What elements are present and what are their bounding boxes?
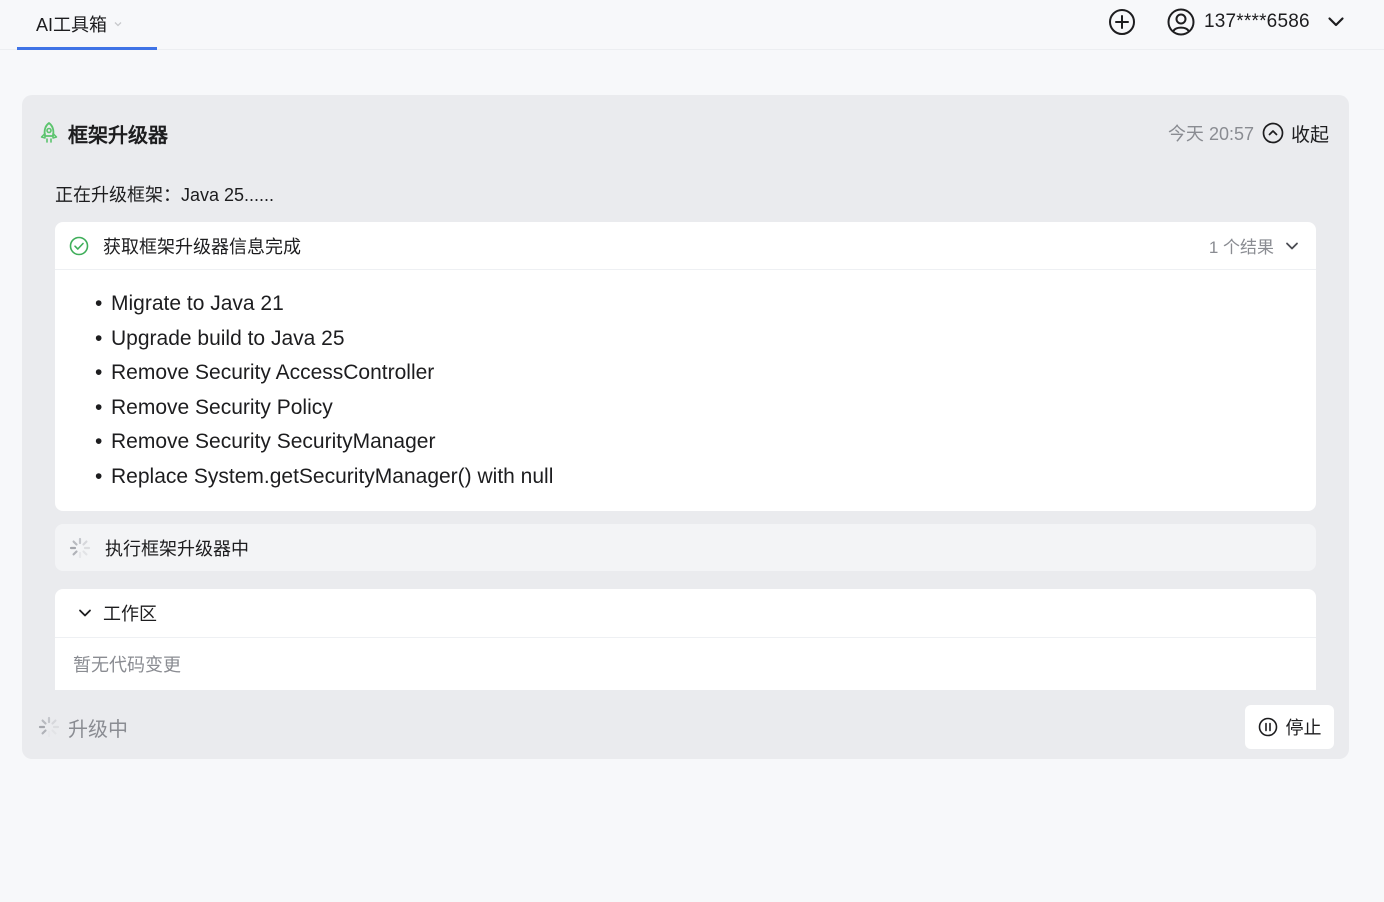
- pause-circle-icon: [1258, 717, 1278, 737]
- info-panel-header: 获取框架升级器信息完成 1 个结果: [55, 222, 1316, 270]
- list-item: • Remove Security AccessController: [95, 361, 435, 384]
- collapse-button[interactable]: 收起: [1262, 120, 1329, 147]
- upgrade-status-text: 正在升级框架：Java 25......: [55, 185, 275, 205]
- spinner-icon: [69, 537, 91, 559]
- exec-panel-label: 执行框架升级器中: [105, 538, 249, 559]
- result-list: • Migrate to Java 21 • Upgrade build to Ja…: [55, 270, 1316, 494]
- list-item: • Upgrade build to Java 25: [95, 326, 345, 350]
- user-name: 137****6586: [1204, 11, 1310, 32]
- workspace-panel: 工作区 暂无代码变更: [55, 589, 1316, 690]
- workspace-empty-text: 暂无代码变更: [73, 655, 181, 675]
- list-item: • Remove Security Policy: [95, 395, 333, 419]
- card-title: 框架升级器: [68, 124, 168, 147]
- add-button[interactable]: [1108, 8, 1136, 36]
- card-timestamp: 今天 20:57: [1167, 124, 1254, 144]
- tab-label: AI工具箱: [36, 14, 108, 35]
- rocket-icon: [38, 121, 60, 145]
- framework-upgrader-card: 框架升级器 今天 20:57 收起 正在升级框架：Java 25...... 获…: [22, 95, 1349, 759]
- result-count: 1 个结果: [1208, 238, 1274, 257]
- tab-ai-toolbox[interactable]: AI工具箱: [17, 0, 157, 50]
- workspace-toggle[interactable]: 工作区: [55, 589, 1316, 638]
- user-circle-icon: [1166, 7, 1196, 37]
- stop-button[interactable]: 停止: [1245, 705, 1334, 749]
- chevron-down-icon: [77, 605, 93, 621]
- list-item: • Migrate to Java 21: [95, 292, 284, 315]
- chevron-down-icon[interactable]: [1326, 12, 1346, 32]
- chevron-down-icon: [1284, 238, 1300, 254]
- plus-circle-icon: [1108, 8, 1136, 36]
- spinner-icon: [38, 716, 60, 738]
- user-menu[interactable]: 137****6586: [1166, 5, 1346, 39]
- list-item: • Replace System.getSecurityManager() wit…: [95, 464, 554, 488]
- info-panel: 获取框架升级器信息完成 1 个结果 • Migrate to Java 21 • U…: [55, 222, 1316, 511]
- exec-panel: 执行框架升级器中: [55, 524, 1316, 571]
- result-toggle[interactable]: 1 个结果: [1209, 233, 1300, 258]
- tab-chevron-icon: [113, 19, 123, 29]
- upgrading-status: 升级中: [68, 718, 128, 741]
- collapse-label: 收起: [1290, 124, 1329, 146]
- card-header: 框架升级器 今天 20:57 收起: [38, 117, 1329, 149]
- card-footer: 升级中 停止: [38, 705, 1334, 749]
- stop-label: 停止: [1285, 718, 1322, 738]
- check-circle-icon: [69, 236, 89, 256]
- info-panel-label: 获取框架升级器信息完成: [103, 236, 301, 257]
- top-bar: AI工具箱 137****6586: [0, 0, 1384, 50]
- chevron-up-circle-icon: [1262, 122, 1284, 144]
- list-item: • Remove Security SecurityManager: [95, 430, 436, 453]
- workspace-label: 工作区: [103, 604, 157, 624]
